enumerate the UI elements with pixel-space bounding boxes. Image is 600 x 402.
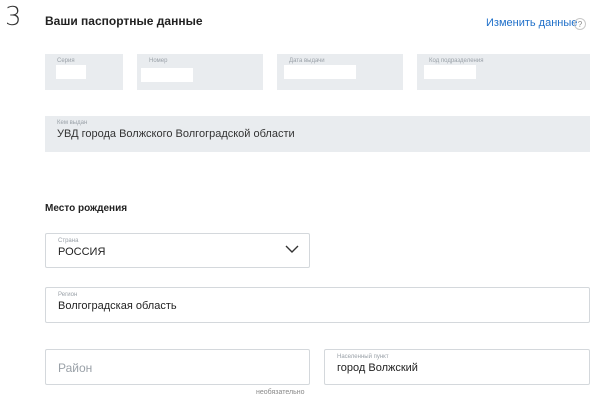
birthplace-section-title: Место рождения (45, 203, 128, 214)
step-number: 3 (5, 2, 22, 32)
series-field: Серия (45, 54, 123, 90)
issued-by-field: Кем выдан УВД города Волжского Волгоград… (45, 116, 590, 152)
issued-by-label: Кем выдан (57, 120, 88, 126)
help-icon[interactable]: ? (574, 18, 586, 30)
page-title: Ваши паспортные данные (45, 14, 203, 28)
locality-field[interactable]: Населенный пункт город Волжский (324, 349, 590, 385)
region-label: Регион (58, 292, 78, 298)
country-label: Страна (58, 238, 79, 244)
edit-data-link[interactable]: Изменить данные (486, 17, 577, 29)
country-value: РОССИЯ (58, 246, 106, 258)
number-label: Номер (149, 58, 168, 64)
number-field: Номер (137, 54, 263, 90)
region-field[interactable]: Регион Волгоградская область (45, 287, 590, 323)
series-mask (56, 65, 86, 79)
issued-by-value: УВД города Волжского Волгоградской облас… (57, 128, 295, 140)
district-optional-note: необязательно (256, 389, 305, 396)
dept-code-mask (424, 65, 476, 79)
issue-date-mask (284, 65, 356, 79)
dept-code-field: Код подразделения (417, 54, 590, 90)
region-value: Волгоградская область (58, 300, 177, 312)
dept-code-label: Код подразделения (429, 58, 484, 64)
issue-date-field: Дата выдачи (277, 54, 403, 90)
locality-label: Населенный пункт (337, 354, 389, 360)
locality-value: город Волжский (337, 362, 418, 374)
chevron-down-icon[interactable] (285, 245, 299, 254)
district-input[interactable]: Район (45, 349, 310, 385)
district-placeholder: Район (58, 361, 93, 375)
series-label: Серия (57, 58, 75, 64)
number-mask (141, 68, 193, 82)
country-select[interactable]: Страна РОССИЯ (45, 233, 310, 268)
issue-date-label: Дата выдачи (289, 58, 325, 64)
